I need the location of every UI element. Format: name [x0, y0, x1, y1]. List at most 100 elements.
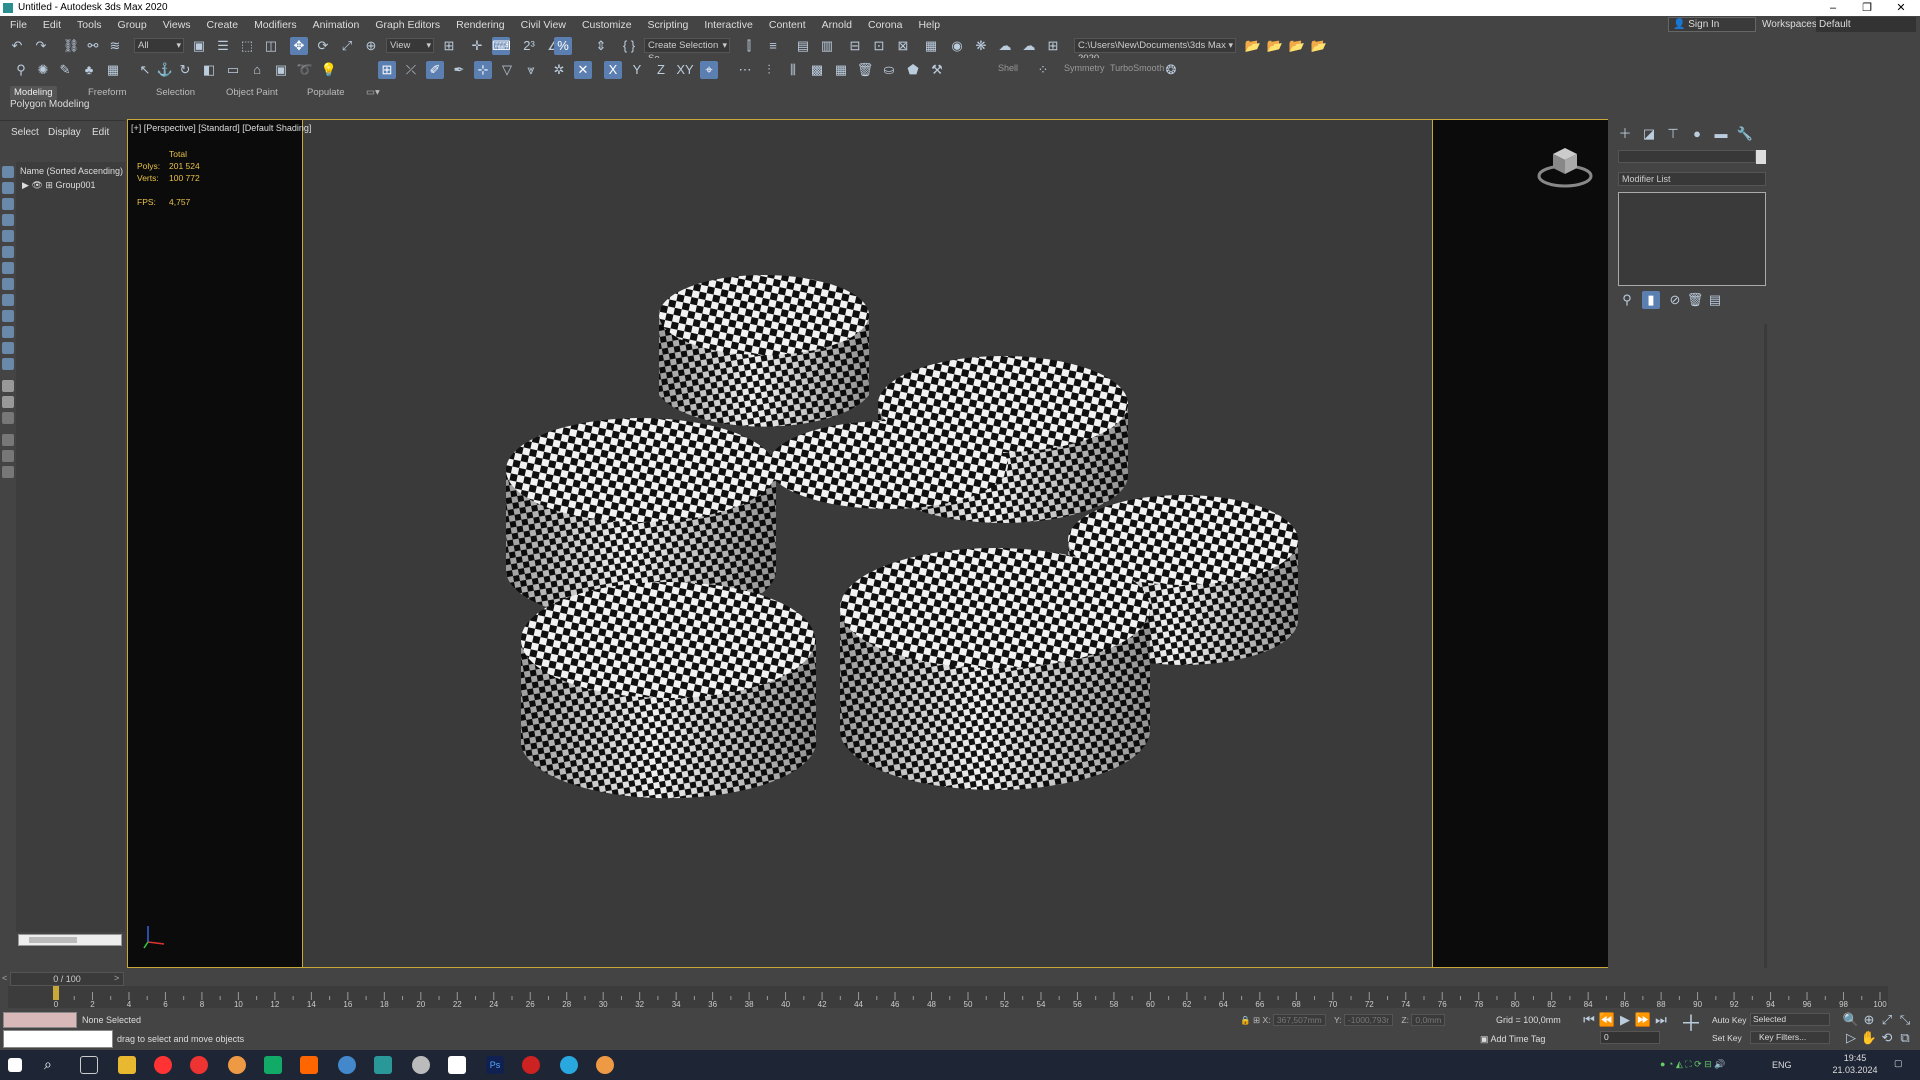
- menu-customize[interactable]: Customize: [574, 16, 640, 34]
- notepad-icon[interactable]: [448, 1056, 466, 1074]
- select-rotate-icon[interactable]: ⟳: [314, 37, 332, 55]
- pan-icon[interactable]: ✋: [1860, 1029, 1878, 1047]
- menu-content[interactable]: Content: [761, 16, 814, 34]
- motion-tab-icon[interactable]: ●: [1688, 125, 1706, 143]
- cursor-icon[interactable]: ↖: [136, 61, 154, 79]
- cube-icon[interactable]: ◧: [200, 61, 218, 79]
- shape-icon[interactable]: ⬟: [904, 61, 922, 79]
- toggle-ribbon-icon[interactable]: ▥: [818, 37, 836, 55]
- modifier-stack[interactable]: [1618, 192, 1766, 286]
- constrain-z-icon[interactable]: Z: [652, 61, 670, 79]
- select-object-icon[interactable]: ▣: [190, 37, 208, 55]
- minimize-button[interactable]: –: [1818, 0, 1848, 16]
- scene-tree-item[interactable]: ▶ 👁 ⊞ Group001: [22, 180, 95, 191]
- render-in-cloud-icon[interactable]: ☁: [1020, 37, 1038, 55]
- layer-icon[interactable]: ▣: [272, 61, 290, 79]
- maxscript-mini-listener[interactable]: [3, 1012, 77, 1028]
- pivot-center-icon[interactable]: ⊞: [440, 37, 458, 55]
- sun-icon[interactable]: ✺: [34, 61, 52, 79]
- rotate-tool-icon[interactable]: ↻: [176, 61, 194, 79]
- fov-icon[interactable]: ▷: [1842, 1029, 1860, 1047]
- object-name-field[interactable]: [1618, 150, 1756, 163]
- key-filters-button[interactable]: Key Filters...: [1750, 1031, 1830, 1044]
- telegram-icon[interactable]: [560, 1056, 578, 1074]
- display-bones-icon[interactable]: [2, 310, 14, 322]
- redo-icon[interactable]: ↷: [32, 37, 50, 55]
- lock-icon[interactable]: 🔒: [1240, 1015, 1251, 1025]
- spinner-snap-icon[interactable]: ⇕: [592, 37, 610, 55]
- checker-icon[interactable]: ▦: [832, 61, 850, 79]
- language-indicator[interactable]: ENG: [1772, 1060, 1792, 1070]
- turbosmooth-button[interactable]: TurboSmooth: [1110, 63, 1164, 73]
- menu-tools[interactable]: Tools: [69, 16, 110, 34]
- vertex-snap-icon[interactable]: ⊹: [474, 61, 492, 79]
- named-selection-set-dropdown[interactable]: Create Selection Se: [644, 38, 730, 64]
- open-render-output-icon[interactable]: 📂: [1288, 37, 1306, 55]
- constrain-x-icon[interactable]: X: [604, 61, 622, 79]
- display-groups-icon[interactable]: [2, 278, 14, 290]
- settings-app-icon[interactable]: [412, 1056, 430, 1074]
- next-frame-icon[interactable]: ⏩: [1634, 1011, 1652, 1029]
- constrain-xy-icon[interactable]: XY: [676, 61, 694, 79]
- material-editor-icon[interactable]: ⊠: [894, 37, 912, 55]
- close-button[interactable]: ✕: [1886, 0, 1916, 16]
- axis-constraint-icon[interactable]: ✕: [574, 61, 592, 79]
- viewport-label-menu[interactable]: [+] [Perspective] [Standard] [Default Sh…: [131, 123, 311, 133]
- goto-start-icon[interactable]: ⏮: [1580, 1011, 1598, 1029]
- menu-views[interactable]: Views: [155, 16, 199, 34]
- ribbon-subpanel-label[interactable]: Polygon Modeling: [10, 99, 90, 110]
- edit-named-selection-icon[interactable]: { }: [620, 37, 638, 55]
- light-icon[interactable]: 💡: [320, 61, 338, 79]
- tab-freeform[interactable]: Freeform: [88, 86, 127, 100]
- adobe-app-icon[interactable]: [264, 1056, 282, 1074]
- chrome-2-icon[interactable]: [596, 1056, 614, 1074]
- menu-interactive[interactable]: Interactive: [696, 16, 760, 34]
- expand-arrow-icon[interactable]: ▶: [22, 180, 29, 190]
- add-time-tag[interactable]: ▣ Add Time Tag: [1480, 1034, 1545, 1045]
- knife-icon[interactable]: ⤫: [402, 61, 420, 79]
- maximize-viewport-icon[interactable]: ⧉: [1896, 1029, 1914, 1047]
- notification-icon[interactable]: ▢: [1894, 1058, 1903, 1069]
- clock-date[interactable]: 21.03.2024: [1830, 1065, 1880, 1075]
- zoom-icon[interactable]: 🔍: [1842, 1011, 1860, 1029]
- snaps-toggle-icon[interactable]: 2³: [520, 37, 538, 55]
- display-containers-icon[interactable]: [2, 326, 14, 338]
- display-cameras-icon[interactable]: [2, 230, 14, 242]
- key-mode-dropdown[interactable]: Selected: [1750, 1013, 1830, 1026]
- y-coordinate-field[interactable]: -1000,793r: [1343, 1014, 1394, 1026]
- zoom-extents-all-icon[interactable]: ⤡: [1896, 1011, 1914, 1029]
- box-icon[interactable]: ▭: [224, 61, 242, 79]
- paint-icon[interactable]: ✎: [56, 61, 74, 79]
- timeline-ruler[interactable]: 0 2 4 6 8 10 12 14 16 18 20 22 24 26 28 30 32 34 36 38 40 42 4…: [8, 986, 1888, 1009]
- menu-rendering[interactable]: Rendering: [448, 16, 512, 34]
- tab-selection[interactable]: Selection: [156, 86, 195, 100]
- project-folder-dropdown[interactable]: C:\Users\New\Documents\3ds Max 2020: [1074, 38, 1236, 64]
- modifier-list-dropdown[interactable]: Modifier List: [1618, 172, 1766, 186]
- array-icon[interactable]: ⋯: [736, 61, 754, 79]
- percent-snap-icon[interactable]: %: [554, 37, 572, 55]
- menu-graph-editors[interactable]: Graph Editors: [367, 16, 448, 34]
- perspective-viewport[interactable]: [127, 119, 1608, 968]
- keyboard-shortcut-override-icon[interactable]: ⌨: [492, 37, 511, 55]
- search-app-icon[interactable]: [338, 1056, 356, 1074]
- display-tab-icon[interactable]: ▬: [1712, 125, 1730, 143]
- configure-modifier-sets-icon[interactable]: ▤: [1706, 291, 1724, 309]
- file-explorer-icon[interactable]: [118, 1056, 136, 1074]
- filter-icon-2[interactable]: [2, 450, 14, 462]
- yandex-browser-icon[interactable]: [154, 1056, 172, 1074]
- schematic-view-icon[interactable]: ⊡: [870, 37, 888, 55]
- timeline-next-icon[interactable]: >: [114, 973, 119, 983]
- time-slider[interactable]: 0 / 100: [10, 972, 124, 986]
- scrollbar-thumb[interactable]: [29, 937, 77, 943]
- display-frozen-icon[interactable]: [2, 342, 14, 354]
- curve-editor-icon[interactable]: ⊟: [846, 37, 864, 55]
- orbit-icon[interactable]: ⟲: [1878, 1029, 1896, 1047]
- modifier-icon[interactable]: ❂: [1162, 61, 1180, 79]
- workspace-selector[interactable]: Workspaces: Default: [1762, 17, 1920, 32]
- tray-icons[interactable]: ● ◔ ◭ ⛶ ⟳ ⊟ 🔊: [1660, 1059, 1725, 1070]
- find-icon[interactable]: [2, 412, 14, 424]
- menu-arnold[interactable]: Arnold: [814, 16, 860, 34]
- unlink-icon[interactable]: ⚯: [84, 37, 102, 55]
- scene-tree-scrollbar[interactable]: [18, 934, 122, 946]
- menu-animation[interactable]: Animation: [305, 16, 368, 34]
